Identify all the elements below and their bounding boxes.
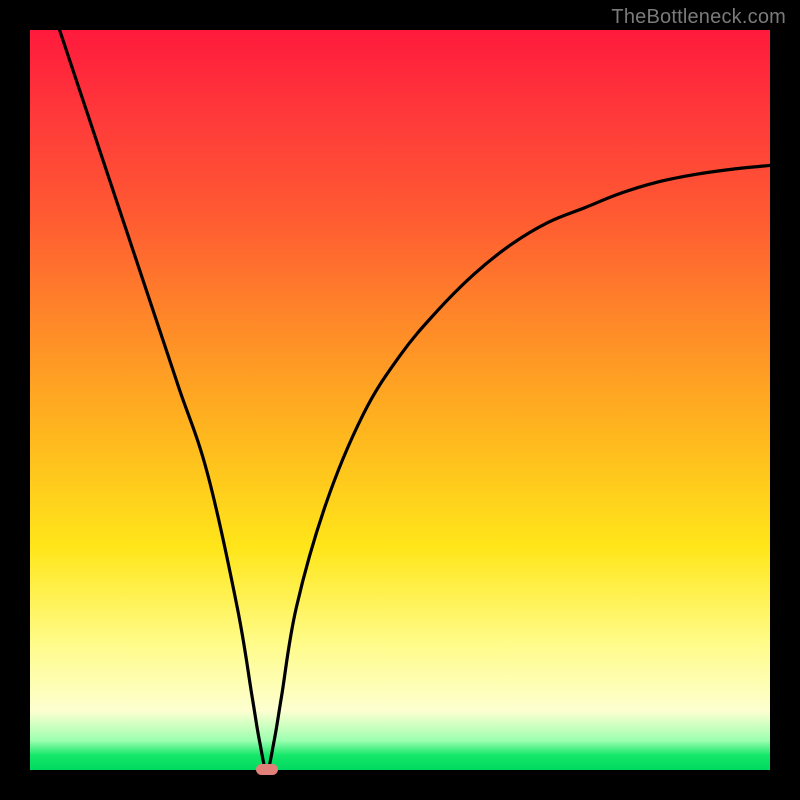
chart-frame: TheBottleneck.com <box>0 0 800 800</box>
watermark-text: TheBottleneck.com <box>611 6 786 29</box>
bottleneck-curve <box>30 30 770 770</box>
plot-area <box>30 30 770 770</box>
minimum-marker <box>256 764 278 775</box>
